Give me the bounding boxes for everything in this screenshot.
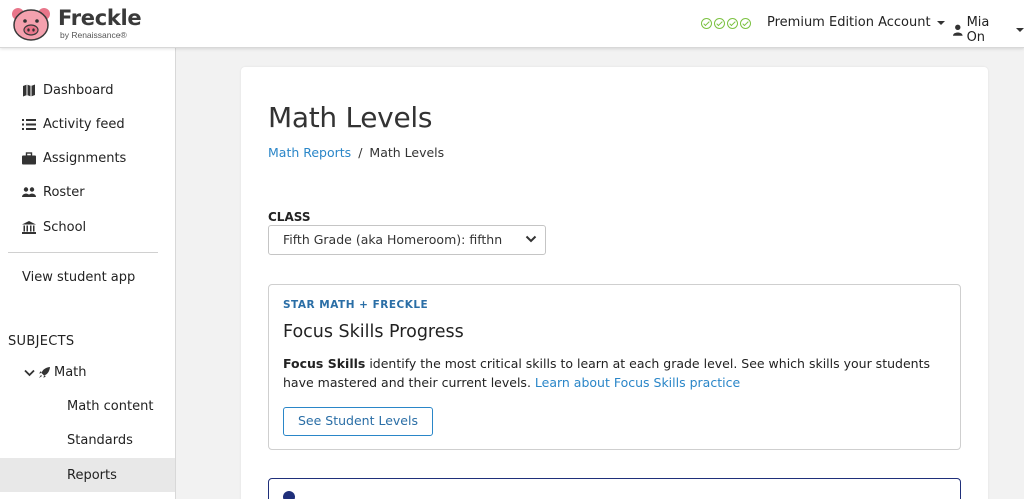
list-icon <box>22 119 36 130</box>
learn-focus-skills-link[interactable]: Learn about Focus Skills practice <box>535 375 740 390</box>
institution-icon <box>22 221 36 234</box>
class-label: CLASS <box>268 210 311 224</box>
chevron-down-icon <box>525 235 537 243</box>
logo-title: Freckle <box>58 6 142 31</box>
view-student-app-label: View student app <box>22 270 136 285</box>
sidebar-item-roster[interactable]: Roster <box>22 185 85 200</box>
info-banner <box>268 478 961 499</box>
breadcrumb-current: Math Levels <box>369 145 445 160</box>
status-checks <box>701 18 751 29</box>
view-student-app-link[interactable]: View student app <box>22 270 135 285</box>
panel-description: Focus Skills identify the most critical … <box>283 354 943 392</box>
sidebar-item-assignments[interactable]: Assignments <box>22 151 126 166</box>
freckle-logo[interactable]: Freckle by Renaissance® <box>10 6 142 42</box>
sidebar-item-dashboard[interactable]: Dashboard <box>22 83 114 98</box>
user-icon <box>953 24 963 36</box>
caret-down-icon <box>936 20 945 25</box>
rocket-icon <box>39 367 50 378</box>
class-select[interactable]: Fifth Grade (aka Homeroom): fifthn <box>268 225 546 255</box>
user-menu[interactable]: Mia On <box>953 15 1024 45</box>
top-bar: Freckle by Renaissance® Premium Edition … <box>0 0 1024 48</box>
user-name: Mia On <box>966 15 990 45</box>
panel-title: Focus Skills Progress <box>283 322 464 342</box>
caret-down-icon <box>1016 28 1024 32</box>
class-select-value: Fifth Grade (aka Homeroom): fifthn <box>283 232 503 247</box>
panel-eyebrow: STAR MATH + FRECKLE <box>283 299 429 311</box>
breadcrumb: Math Reports / Math Levels <box>268 145 444 160</box>
breadcrumb-link-math-reports[interactable]: Math Reports <box>268 145 351 160</box>
check-circle-icon <box>727 18 738 29</box>
check-circle-icon <box>701 18 712 29</box>
info-circle-icon <box>283 491 295 499</box>
sidebar: Dashboard Activity feed Assignments Rost… <box>0 48 176 499</box>
account-label: Premium Edition Account <box>767 15 931 30</box>
sidebar-item-label: School <box>43 220 87 235</box>
map-icon <box>23 84 35 97</box>
sidebar-item-label: Math <box>54 365 87 380</box>
page-title: Math Levels <box>268 101 433 134</box>
panel-description-bold: Focus Skills <box>283 356 366 371</box>
sidebar-item-label: Activity feed <box>43 117 125 132</box>
sidebar-item-activity-feed[interactable]: Activity feed <box>22 117 125 132</box>
sidebar-item-standards[interactable]: Standards <box>67 433 133 448</box>
sidebar-item-label: Math content <box>67 399 154 414</box>
focus-skills-panel: STAR MATH + FRECKLE Focus Skills Progres… <box>268 284 961 450</box>
sidebar-item-label: Reports <box>67 468 117 483</box>
sidebar-item-math[interactable]: Math <box>24 365 87 380</box>
chevron-down-icon <box>24 369 35 376</box>
check-circle-icon <box>740 18 751 29</box>
check-circle-icon <box>714 18 725 29</box>
sidebar-item-label: Roster <box>43 185 85 200</box>
see-student-levels-button[interactable]: See Student Levels <box>283 407 433 436</box>
users-icon <box>22 187 36 197</box>
pig-logo-icon <box>12 8 50 41</box>
briefcase-icon <box>22 152 36 165</box>
breadcrumb-separator: / <box>358 145 363 160</box>
sidebar-item-label: Standards <box>67 433 133 448</box>
sidebar-item-school[interactable]: School <box>22 220 86 235</box>
sidebar-item-label: Assignments <box>43 151 127 166</box>
subjects-heading: SUBJECTS <box>8 334 75 349</box>
logo-subtitle: by Renaissance® <box>60 30 127 41</box>
sidebar-item-reports[interactable]: Reports <box>67 468 117 483</box>
account-dropdown[interactable]: Premium Edition Account <box>767 15 945 30</box>
sidebar-divider <box>8 252 158 253</box>
sidebar-item-label: Dashboard <box>43 83 114 98</box>
sidebar-item-math-content[interactable]: Math content <box>67 399 153 414</box>
